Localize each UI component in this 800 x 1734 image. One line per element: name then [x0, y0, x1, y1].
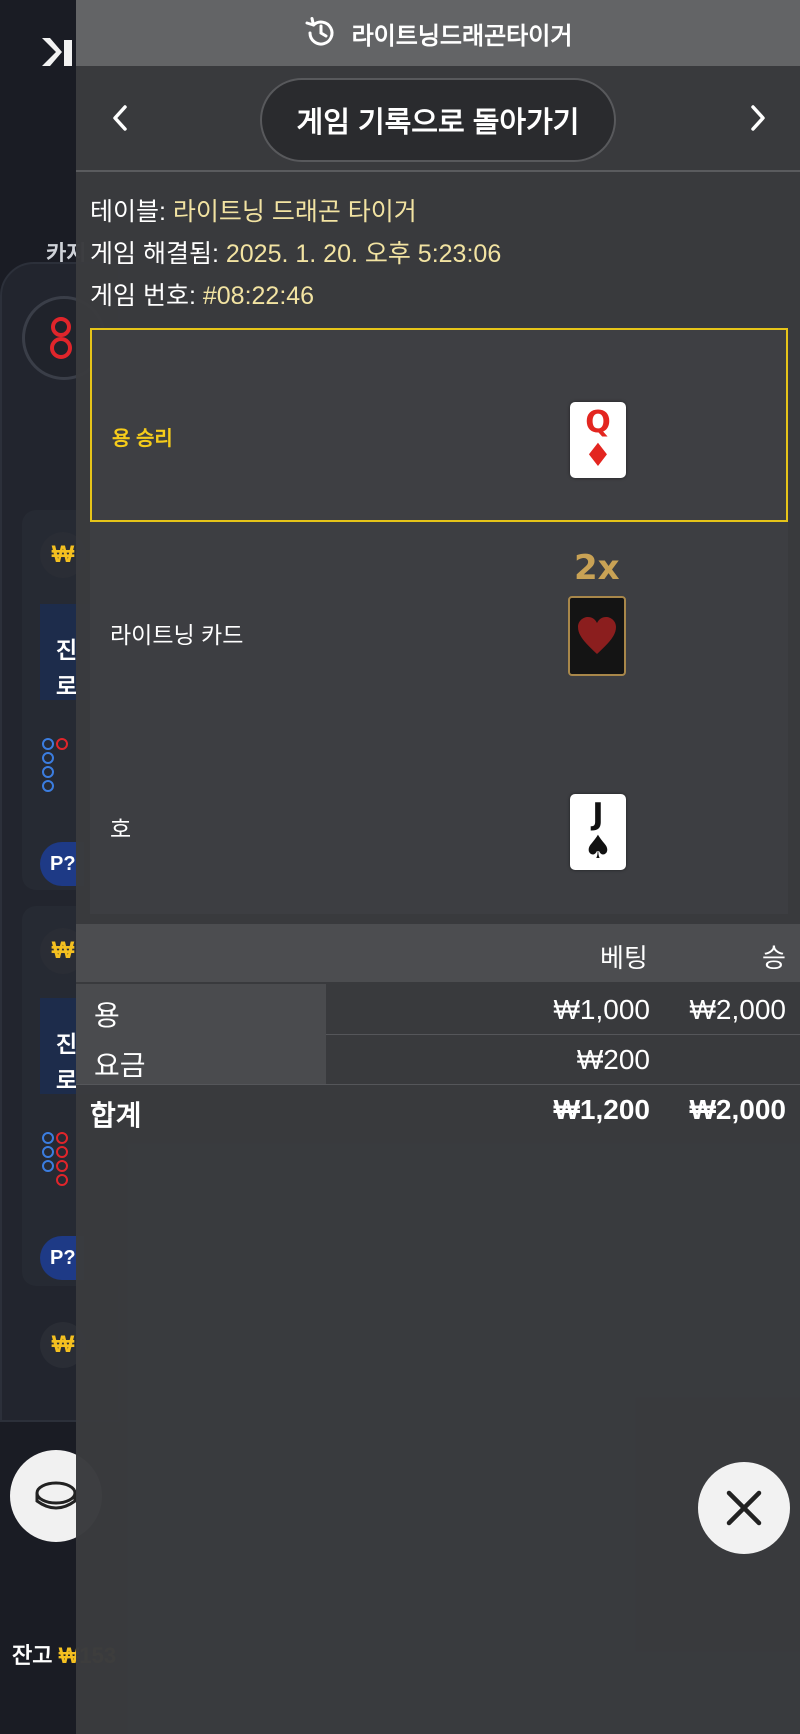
- brand-logo-icon: [42, 38, 72, 66]
- diamond-suit-icon: ♦: [583, 436, 613, 474]
- winner-row: 용 승리: [90, 328, 788, 522]
- tiger-card: J ♠: [570, 794, 626, 870]
- game-number-value: #08:22:46: [202, 282, 315, 310]
- tiger-card-rank: J: [592, 797, 604, 832]
- resolved-label: 게임 해결됨:: [90, 240, 219, 268]
- bg-tile-text: 로: [56, 1067, 78, 1093]
- chevron-right-icon: [751, 105, 765, 131]
- drawer-title: 라이트닝드래곤타이거: [351, 22, 573, 50]
- table-info: 테이블: 라이트닝 드래곤 타이거: [90, 192, 417, 228]
- history-nav: 게임 기록으로 돌아가기: [76, 66, 800, 172]
- bet-name: 용: [94, 1000, 120, 1031]
- game-number-label: 게임 번호:: [90, 282, 196, 310]
- close-icon: [726, 1490, 762, 1526]
- lightning-card: [568, 596, 626, 676]
- back-to-history-button[interactable]: 게임 기록으로 돌아가기: [260, 78, 616, 162]
- total-bet: ₩1,200: [553, 1094, 651, 1125]
- dragon-card: Q ♦: [570, 402, 626, 478]
- table-value: 라이트닝 드래곤 타이거: [172, 198, 417, 226]
- history-icon: [305, 17, 334, 46]
- bg-roadmap-icon: [42, 1132, 68, 1186]
- bg-tile-text: 진: [56, 637, 78, 663]
- lightning-multiplier: 2x: [574, 548, 620, 588]
- table-row: 요금 ₩200: [76, 1034, 800, 1084]
- bg-roadmap-icon: [42, 738, 68, 792]
- resolved-info: 게임 해결됨: 2025. 1. 20. 오후 5:23:06: [90, 234, 501, 270]
- win-column-header: 승: [762, 943, 786, 973]
- total-row: 합계 ₩1,200 ₩2,000: [76, 1084, 800, 1134]
- next-game-button[interactable]: [736, 96, 780, 140]
- heart-suit-icon: [578, 617, 616, 654]
- table-label: 테이블:: [90, 198, 166, 226]
- previous-game-button[interactable]: [98, 96, 142, 140]
- bg-tile-text: 로: [56, 673, 78, 699]
- bg-tile-text: 진: [56, 1031, 78, 1057]
- game-number-info: 게임 번호: #08:22:46: [90, 276, 314, 312]
- result-area: [90, 522, 788, 914]
- bet-name: 요금: [94, 1050, 146, 1081]
- bets-table-header: 베팅 승: [76, 924, 800, 982]
- bet-column-header: 베팅: [600, 943, 648, 973]
- total-label: 합계: [90, 1100, 142, 1131]
- spade-suit-icon: ♠: [583, 828, 613, 866]
- chevron-left-icon: [113, 105, 127, 131]
- chip-stack-icon: [35, 1481, 77, 1510]
- bet-amount: ₩1,000: [553, 994, 651, 1025]
- game-history-drawer: 라이트닝드래곤타이거 게임 기록으로 돌아가기 테이블: 라이트닝 드래곤 타이…: [76, 0, 800, 1734]
- balance-label: 잔고: [12, 1643, 53, 1668]
- table-row: 용 ₩1,000 ₩2,000: [76, 984, 800, 1034]
- total-win: ₩2,000: [689, 1094, 787, 1125]
- lightning-card-label: 라이트닝 카드: [110, 622, 244, 648]
- resolved-value: 2025. 1. 20. 오후 5:23:06: [225, 240, 502, 268]
- winner-label: 용 승리: [112, 428, 173, 450]
- drawer-header: 라이트닝드래곤타이거: [76, 0, 800, 66]
- dragon-card-rank: Q: [585, 405, 611, 440]
- close-button[interactable]: [698, 1462, 790, 1554]
- win-amount: ₩2,000: [689, 994, 787, 1025]
- bg-roulette-icon: [50, 317, 72, 359]
- bet-amount: ₩200: [576, 1044, 650, 1075]
- tiger-label: 호: [110, 816, 132, 842]
